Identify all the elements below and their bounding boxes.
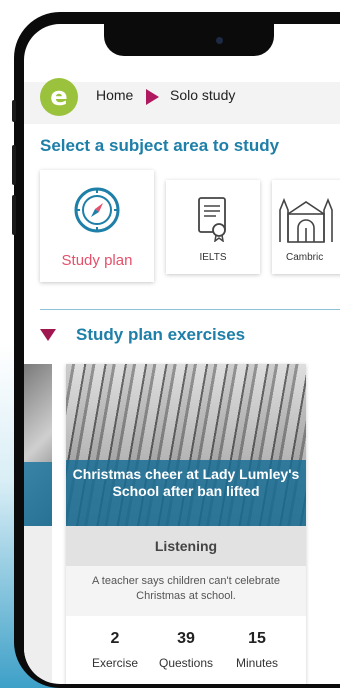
subject-tile-study-plan[interactable]: Study plan	[40, 170, 154, 282]
breadcrumb-home[interactable]: Home	[96, 87, 133, 103]
logo-letter: e	[50, 82, 68, 112]
compass-icon	[74, 187, 120, 233]
stat-label: Minutes	[235, 656, 279, 670]
phone-screen: e Home Solo study Select a subject area …	[24, 24, 340, 684]
stat-questions: 39 Questions	[151, 630, 221, 670]
stat-value: 2	[110, 630, 120, 647]
cathedral-icon	[279, 197, 333, 243]
camera-icon	[216, 37, 223, 44]
stat-label: Questions	[158, 656, 214, 670]
app-logo[interactable]: e	[40, 78, 78, 116]
stat-exercise: 2 Exercise	[80, 630, 150, 670]
subject-tile-ielts[interactable]: IELTS	[166, 180, 260, 274]
subject-label: Cambric	[286, 252, 324, 263]
stat-value: 15	[248, 630, 266, 647]
page-title: Select a subject area to study	[40, 136, 280, 155]
card-headline: Christmas cheer at Lady Lumley's School …	[66, 460, 306, 526]
stat-label: Exercise	[91, 656, 138, 670]
stat-minutes: 15 Minutes	[222, 630, 292, 670]
certificate-icon	[198, 197, 226, 242]
subject-tiles: Study plan IELTS Cambric	[24, 170, 340, 288]
section-title[interactable]: Study plan exercises	[76, 325, 245, 345]
card-description: A teacher says children can't celebrate …	[66, 566, 306, 616]
volume-up-button	[12, 145, 16, 185]
divider	[40, 309, 340, 310]
exercise-card[interactable]: Christmas cheer at Lady Lumley's School …	[66, 364, 306, 684]
notch	[104, 24, 274, 56]
subject-label: IELTS	[199, 252, 227, 263]
mute-button	[12, 100, 16, 122]
volume-down-button	[12, 195, 16, 235]
card-category: Listening	[66, 526, 306, 566]
breadcrumb-current: Solo study	[170, 87, 236, 103]
card-overlay	[24, 462, 52, 526]
stat-value: 39	[177, 630, 195, 647]
subject-label: Study plan	[61, 252, 133, 269]
breadcrumb: e Home Solo study	[24, 78, 340, 124]
collapse-arrow-icon[interactable]	[40, 329, 56, 341]
breadcrumb-arrow-icon	[146, 89, 159, 105]
previous-card[interactable]	[24, 364, 52, 684]
subject-tile-cambridge[interactable]: Cambric	[272, 180, 340, 274]
